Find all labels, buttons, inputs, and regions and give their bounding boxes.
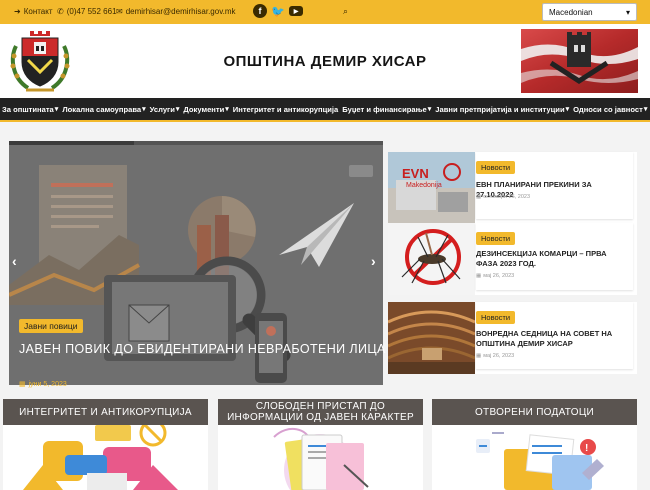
documents-illustration	[273, 427, 369, 490]
slider-next-button[interactable]: ›	[371, 253, 376, 269]
nav-item-label: Буџет и финансирање	[342, 104, 427, 114]
chevron-down-icon: ▾	[142, 106, 146, 113]
language-value: Macedonian	[549, 7, 593, 17]
email-address: demirhisar@demirhisar.gov.mk	[125, 7, 236, 16]
nav-item-label: Документи	[183, 104, 225, 114]
card-title[interactable]: ОТВОРЕНИ ПОДАТОЦИ	[432, 399, 637, 425]
site-header: ОПШТИНА ДЕМИР ХИСАР	[0, 24, 650, 98]
nav-accent-line	[0, 120, 650, 122]
news-thumbnail-image[interactable]: EVN Makedonija	[388, 152, 475, 224]
envelope-icon: ✉	[116, 7, 123, 16]
chevron-down-icon: ▾	[175, 106, 180, 113]
contact-label: Контакт	[23, 7, 53, 16]
open-data-card[interactable]: ОТВОРЕНИ ПОДАТОЦИ !	[432, 399, 637, 490]
nav-item-label: Односи со јавност	[573, 104, 643, 114]
card-title[interactable]: ИНТЕГРИТЕТ И АНТИКОРУПЦИЈА	[3, 399, 208, 425]
thumb-logo-subtext: Makedonija	[406, 182, 442, 189]
news-date: ▦ октомври 26, 2023	[476, 194, 530, 200]
arrow-right-icon: ➜	[14, 7, 21, 16]
chevron-down-icon: ▾	[427, 106, 432, 113]
chevron-down-icon: ▾	[54, 106, 59, 113]
news-category-badge[interactable]: Новости	[476, 232, 516, 245]
calendar-icon: ▦	[476, 353, 482, 359]
news-item[interactable]: Новости ДЕЗИНСЕКЦИЈА КОМАРЦИ – ПРВА ФАЗА…	[388, 223, 637, 295]
chevron-down-icon: ▾	[225, 106, 229, 113]
chevron-down-icon: ▾	[643, 106, 648, 113]
slide-title[interactable]: ЈАВЕН ПОВИК ДО ЕВИДЕНТИРАНИ НЕВРАБОТЕНИ …	[19, 342, 386, 356]
slide-category-badge[interactable]: Јавни повици	[19, 319, 83, 333]
calendar-icon: ▦	[476, 194, 482, 200]
facebook-icon[interactable]: f	[253, 4, 267, 18]
nav-item-label: Локална самоуправа	[62, 104, 142, 114]
card-title[interactable]: СЛОБОДЕН ПРИСТАП ДО ИНФОРМАЦИИ ОД ЈАВЕН …	[218, 399, 423, 425]
nav-item-label: Услуги	[149, 104, 175, 114]
nav-item[interactable]: Интегритет и антикорупција	[231, 105, 340, 114]
calendar-icon: ▦	[19, 381, 26, 388]
news-category-badge[interactable]: Новости	[476, 161, 516, 174]
nav-item[interactable]: Локална самоуправа ▾	[60, 105, 147, 114]
slide-date-text: јуни 5, 2023	[28, 380, 67, 388]
news-date-text: мај 26, 2023	[483, 273, 515, 279]
municipality-crest-logo[interactable]	[8, 28, 72, 94]
open-data-illustration: !	[476, 432, 604, 490]
slide-date: ▦ јуни 5, 2023	[19, 380, 67, 389]
news-category-badge[interactable]: Новости	[476, 311, 516, 324]
news-thumbnail-image[interactable]	[388, 302, 475, 374]
news-date-text: мај 26, 2023	[483, 353, 515, 359]
nav-item[interactable]: Документи ▾	[181, 105, 230, 114]
thumb-logo-text: EVN	[402, 166, 429, 181]
nav-item[interactable]: Буџет и финансирање ▾	[340, 105, 433, 114]
calendar-icon: ▦	[476, 273, 482, 279]
language-select[interactable]: Macedonian ▾	[542, 3, 637, 21]
nav-item-label: За општината	[2, 104, 54, 114]
main-navigation: За општината ▾ Локална самоуправа ▾ Услуги ▾ Д…	[0, 98, 650, 120]
news-thumbnail-image[interactable]	[388, 223, 475, 295]
nav-item[interactable]: Услуги ▾	[148, 105, 182, 114]
contact-link[interactable]: ➜ Контакт	[14, 7, 53, 16]
news-date-text: октомври 26, 2023	[483, 194, 531, 200]
foi-card[interactable]: СЛОБОДЕН ПРИСТАП ДО ИНФОРМАЦИИ ОД ЈАВЕН …	[218, 399, 423, 490]
twitter-icon[interactable]: 🐦	[271, 4, 285, 18]
slider-prev-button[interactable]: ‹	[12, 253, 17, 269]
nav-item-label: Интегритет и антикорупција	[232, 104, 339, 114]
municipality-flag-image	[521, 29, 638, 93]
phone-number: (0)47 552 661	[66, 7, 117, 16]
news-date: ▦ мај 26, 2023	[476, 273, 514, 279]
news-item[interactable]: Новости ВОНРЕДНА СЕДНИЦА НА СОВЕТ НА ОПШ…	[388, 302, 637, 374]
news-date: ▦ мај 26, 2023	[476, 353, 514, 359]
email-item[interactable]: ✉ demirhisar@demirhisar.gov.mk	[116, 7, 235, 16]
search-icon[interactable]: ⌕	[343, 6, 348, 17]
chevron-down-icon: ▾	[565, 106, 570, 113]
site-title[interactable]: ОПШТИНА ДЕМИР ХИСАР	[180, 53, 470, 70]
youtube-icon[interactable]: ▶	[289, 6, 303, 16]
news-title[interactable]: ВОНРЕДНА СЕДНИЦА НА СОВЕТ НА ОПШТИНА ДЕМ…	[476, 329, 626, 349]
nav-item[interactable]: За општината ▾	[0, 105, 60, 114]
nav-item-label: Јавни претпријатија и институции	[435, 104, 565, 114]
nav-item[interactable]: Односи со јавност ▾	[571, 105, 649, 114]
top-bar: ➜ Контакт ✆ (0)47 552 661 ✉ demirhisar@d…	[0, 0, 650, 24]
integrity-illustration	[23, 425, 178, 490]
svg-text:!: !	[585, 443, 588, 454]
phone-item[interactable]: ✆ (0)47 552 661	[57, 7, 117, 16]
nav-item[interactable]: Јавни претпријатија и институции ▾	[433, 105, 571, 114]
phone-icon: ✆	[57, 7, 64, 16]
news-title[interactable]: ДЕЗИНСЕКЦИЈА КОМАРЦИ – ПРВА ФАЗА 2023 ГО…	[476, 249, 626, 269]
integrity-card[interactable]: ИНТЕГРИТЕТ И АНТИКОРУПЦИЈА	[3, 399, 208, 490]
chevron-down-icon: ▾	[625, 7, 630, 17]
news-item[interactable]: EVN Makedonija Новости ЕВН ПЛАНИРАНИ ПРЕ…	[388, 152, 637, 224]
